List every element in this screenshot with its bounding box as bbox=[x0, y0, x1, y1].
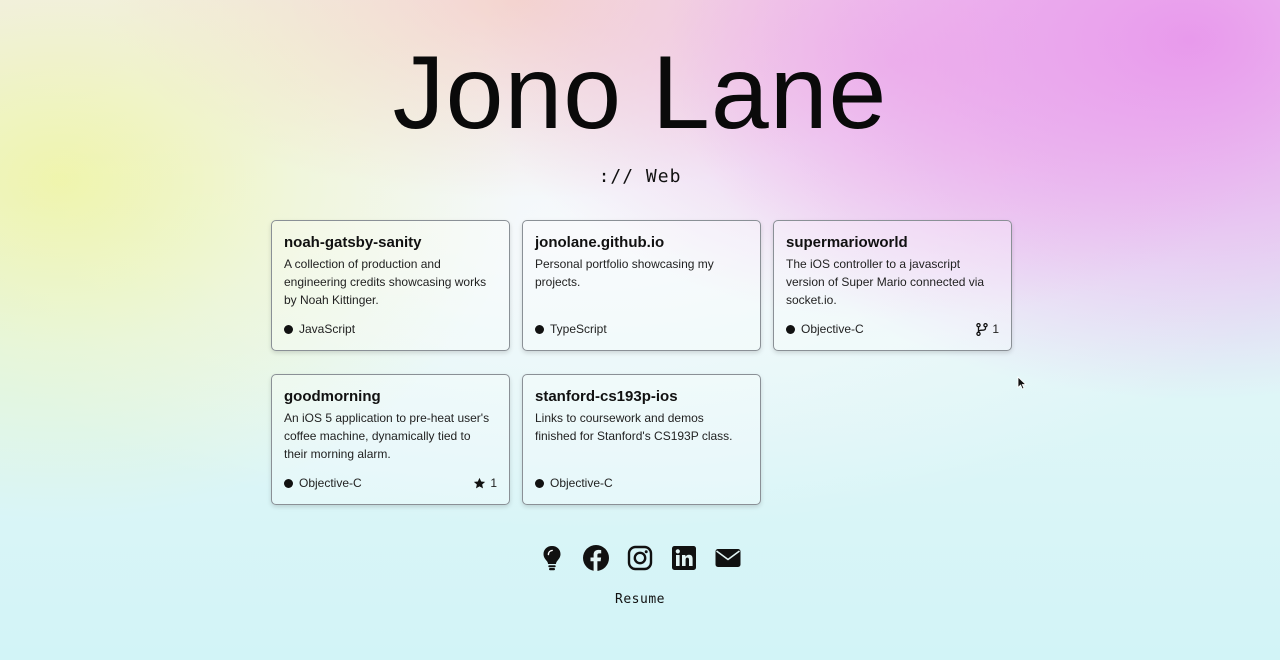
repo-description: Links to coursework and demos finished f… bbox=[535, 411, 733, 443]
repo-card[interactable]: supermarioworld The iOS controller to a … bbox=[773, 220, 1012, 351]
repo-description: Personal portfolio showcasing my project… bbox=[535, 257, 714, 289]
instagram-icon bbox=[627, 545, 653, 571]
repo-card[interactable]: stanford-cs193p-ios Links to coursework … bbox=[522, 374, 761, 505]
repo-card[interactable]: jonolane.github.io Personal portfolio sh… bbox=[522, 220, 761, 351]
language-dot-icon bbox=[284, 478, 293, 488]
repo-language: JavaScript bbox=[299, 322, 356, 336]
section-subtitle: :// Web bbox=[598, 166, 682, 187]
facebook-icon bbox=[583, 545, 609, 571]
repo-footer: JavaScript bbox=[284, 321, 497, 337]
star-count-value: 1 bbox=[490, 476, 497, 490]
repo-description: The iOS controller to a javascript versi… bbox=[786, 257, 985, 307]
star-count: 1 bbox=[473, 476, 497, 490]
resume-link[interactable]: Resume bbox=[0, 592, 1280, 607]
lightbulb-icon bbox=[543, 546, 561, 571]
language-dot-icon bbox=[535, 324, 544, 334]
social-links bbox=[0, 544, 1280, 572]
repo-footer: Objective-C 1 bbox=[786, 321, 999, 337]
fork-icon bbox=[976, 322, 989, 336]
repo-footer: Objective-C bbox=[535, 475, 748, 491]
mouse-cursor-icon bbox=[1017, 376, 1027, 390]
repo-name: noah-gatsby-sanity bbox=[284, 234, 422, 251]
language-dot-icon bbox=[284, 324, 293, 334]
language-dot-icon bbox=[786, 324, 795, 334]
linkedin-icon bbox=[672, 546, 696, 570]
facebook-link[interactable] bbox=[582, 544, 610, 572]
repo-language: TypeScript bbox=[550, 322, 607, 336]
mail-link[interactable] bbox=[714, 544, 742, 572]
repo-footer: Objective-C 1 bbox=[284, 475, 497, 491]
lightbulb-link[interactable] bbox=[538, 544, 566, 572]
page-title: Jono Lane bbox=[392, 35, 888, 151]
repo-description: An iOS 5 application to pre-heat user's … bbox=[284, 411, 490, 461]
repo-card[interactable]: noah-gatsby-sanity A collection of produ… bbox=[271, 220, 510, 351]
repo-footer: TypeScript bbox=[535, 321, 748, 337]
repo-language: Objective-C bbox=[299, 476, 362, 490]
repo-name: supermarioworld bbox=[786, 234, 908, 251]
repo-description: A collection of production and engineeri… bbox=[284, 257, 487, 307]
repo-name: stanford-cs193p-ios bbox=[535, 388, 678, 405]
repo-name: jonolane.github.io bbox=[535, 234, 665, 251]
repo-language: Objective-C bbox=[801, 322, 864, 336]
fork-count-value: 1 bbox=[992, 322, 999, 336]
mail-icon bbox=[715, 549, 741, 567]
fork-count: 1 bbox=[976, 322, 999, 336]
repo-card[interactable]: goodmorning An iOS 5 application to pre-… bbox=[271, 374, 510, 505]
repo-name: goodmorning bbox=[284, 388, 381, 405]
language-dot-icon bbox=[535, 478, 544, 488]
star-icon bbox=[474, 477, 486, 488]
linkedin-link[interactable] bbox=[670, 544, 698, 572]
repo-language: Objective-C bbox=[550, 476, 613, 490]
repo-grid: noah-gatsby-sanity A collection of produ… bbox=[271, 220, 1013, 505]
instagram-link[interactable] bbox=[626, 544, 654, 572]
